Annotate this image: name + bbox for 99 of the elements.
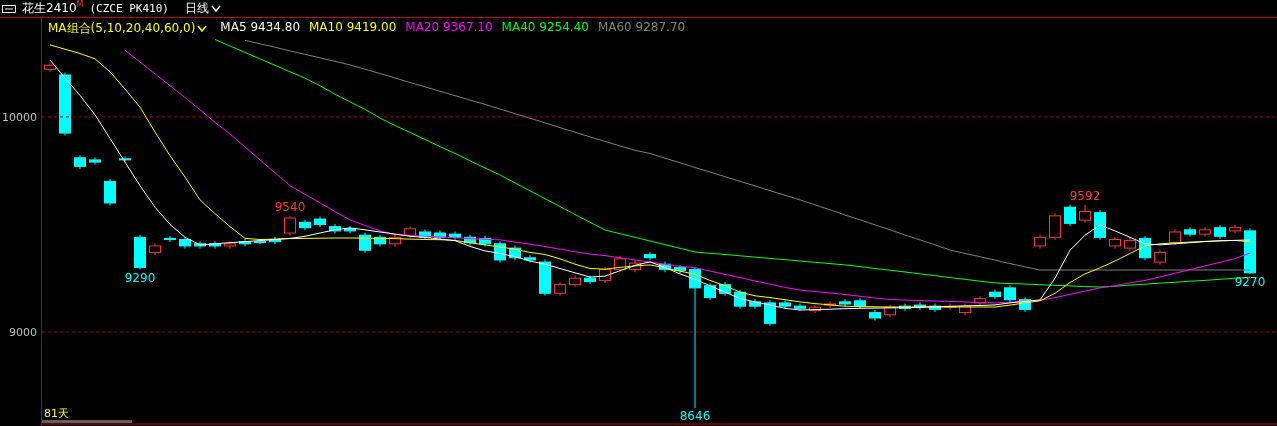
candlestick [1064,204,1076,227]
candlestick [524,254,536,263]
candlestick [119,155,131,162]
candlestick [239,238,251,247]
legend-item: MA60 9287.70 [597,20,686,36]
candlestick [794,303,806,312]
candlestick [899,303,911,312]
candlestick [329,223,341,234]
legend-item: MA20 9367.10 [405,20,493,36]
candlestick [749,298,761,310]
candlestick [1019,296,1031,313]
candlestick [914,302,926,311]
candlestick [1154,249,1166,266]
candlestick [74,154,86,170]
candlestick [1139,235,1151,261]
candlestick [629,260,641,273]
candlestick [809,304,821,314]
candlestick [404,225,416,239]
candlestick [674,264,686,274]
candlestick [104,178,116,206]
candlestick [314,216,326,228]
price-label: 9592 [1069,188,1101,203]
candlestick [1094,209,1106,241]
candlestick [599,266,611,284]
axis-label: 9000 [9,325,37,339]
candlestick [1244,227,1256,275]
candlestick [614,255,626,273]
candlestick [494,240,506,263]
day-count: 81天 [44,406,69,421]
scrollbar[interactable] [42,420,132,423]
candlestick [1169,228,1181,246]
candlestick [854,297,866,310]
candlestick [479,235,491,247]
candlestick [734,289,746,310]
legend-item: MA10 9419.00 [309,20,397,36]
price-label: 9540 [274,199,306,214]
candlestick [1109,236,1121,250]
candlestick [659,261,671,273]
candlestick [989,289,1001,300]
candlestick [1184,226,1196,238]
candlestick [1214,224,1226,240]
candlestick [554,281,566,297]
candlestick [89,156,101,166]
window-icon[interactable] [2,4,16,13]
candlestick [509,245,521,261]
caret-icon [197,25,208,32]
candlestick [449,231,461,241]
candlestick [584,275,596,285]
legend-item: MA5 9434.80 [220,20,300,36]
candlestick [254,238,266,245]
candlestick [359,232,371,254]
candlestick [704,282,716,301]
candlestick [884,304,896,318]
candlestick [1199,226,1211,238]
candlestick [344,225,356,234]
candlestick [764,299,776,327]
candlestick [419,228,431,241]
candlestick [974,295,986,306]
candlestick [374,234,386,247]
candlestick [179,236,191,250]
candlestick [1229,224,1241,234]
candlestick [284,215,296,237]
candlestick [779,299,791,310]
candlestick [539,259,551,297]
axis-label: 10000 [2,110,37,124]
candlestick [134,234,146,271]
candlestick [824,300,836,309]
candlestick [869,309,881,322]
candlestick [464,234,476,246]
candlestick [569,275,581,288]
candlestick [1079,204,1091,224]
contract-code: (CZCE PK410) [89,2,169,15]
candlestick [164,235,176,243]
candlestick [1004,284,1016,303]
candlestick [149,242,161,256]
candlestick [1034,234,1046,250]
candlestick [194,240,206,250]
candlestick [719,281,731,297]
candlestick [839,298,851,308]
candlestick [959,303,971,316]
indicator-selector[interactable]: MA组合(5,10,20,40,60,0) [48,20,208,37]
price-label: 9270 [1234,274,1266,289]
candlestick [44,62,56,73]
candlestick [644,251,656,261]
candlestick [1124,237,1136,252]
price-label: 9290 [124,270,156,285]
caret-icon [210,5,221,12]
candlestick [269,236,281,245]
candlestick [434,229,446,241]
candlestick [224,240,236,250]
price-label: 8646 [679,409,711,424]
candlestick [59,71,71,137]
candlestick [1049,212,1061,241]
candlestick [389,234,401,247]
candlestick [929,303,941,313]
period-selector[interactable]: 日线 [184,0,221,17]
candlestick [209,240,221,250]
candlestick [299,219,311,231]
legend-item: MA40 9254.40 [501,20,589,36]
